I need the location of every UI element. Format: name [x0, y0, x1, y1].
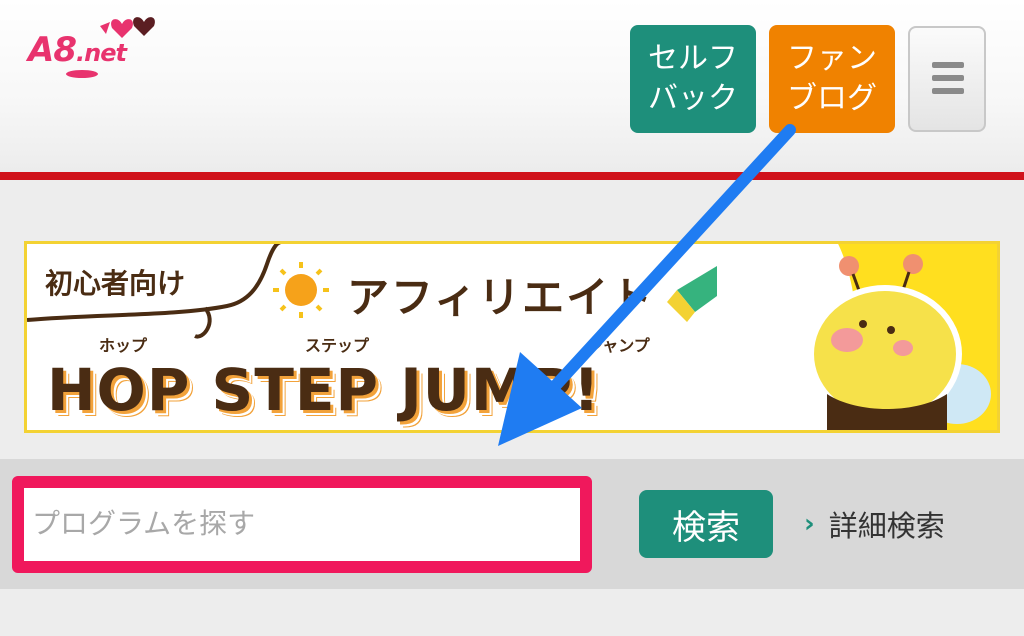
logo-sub: .net: [75, 39, 127, 67]
fan-blog-label-line1: ファン: [787, 41, 877, 76]
search-button[interactable]: 検索: [639, 490, 773, 558]
logo-main: A8: [28, 30, 77, 70]
fan-blog-button[interactable]: ファン ブログ: [769, 25, 895, 133]
chevron-right-icon: ›: [804, 509, 815, 539]
advanced-search-label: 詳細検索: [828, 509, 945, 543]
site-header: A8.net セルフ バック ファン ブログ: [0, 0, 1024, 172]
bee-mascot-icon: [808, 254, 991, 430]
header-accent-line: [0, 172, 1024, 180]
advanced-search-link[interactable]: › 詳細検索: [804, 500, 945, 548]
page-bottom-area: [0, 589, 1024, 636]
banner-subtitle: 初心者向け: [45, 267, 186, 300]
logo-text: A8.net: [28, 30, 127, 73]
sun-icon: [273, 262, 329, 318]
beginner-mark-icon: [667, 266, 717, 322]
banner-ruby-jump: ジャンプ: [587, 336, 650, 355]
a8net-logo[interactable]: A8.net: [26, 12, 174, 84]
search-button-label: 検索: [672, 507, 740, 548]
fan-blog-label-line2: ブログ: [787, 81, 877, 116]
self-back-label-line1: セルフ: [648, 41, 738, 76]
fan-blog-label: ファン ブログ: [787, 39, 877, 119]
hamburger-menu-button[interactable]: [908, 26, 986, 132]
banner-title: アフィリエイト: [347, 273, 655, 322]
self-back-label: セルフ バック: [648, 39, 738, 119]
banner-ruby-step: ステップ: [305, 336, 370, 355]
search-input-highlight: [12, 476, 592, 573]
banner-main-text: HOP STEP JUMP!: [47, 356, 601, 424]
self-back-button[interactable]: セルフ バック: [630, 25, 756, 133]
banner-ruby-hop: ホップ: [99, 336, 148, 355]
beginner-affiliate-banner[interactable]: 初心者向け アフィリエイト ホップ ステップ ジャンプ HOP STEP JUM…: [24, 241, 1000, 433]
self-back-label-line2: バック: [648, 81, 738, 116]
search-input[interactable]: [30, 492, 574, 554]
